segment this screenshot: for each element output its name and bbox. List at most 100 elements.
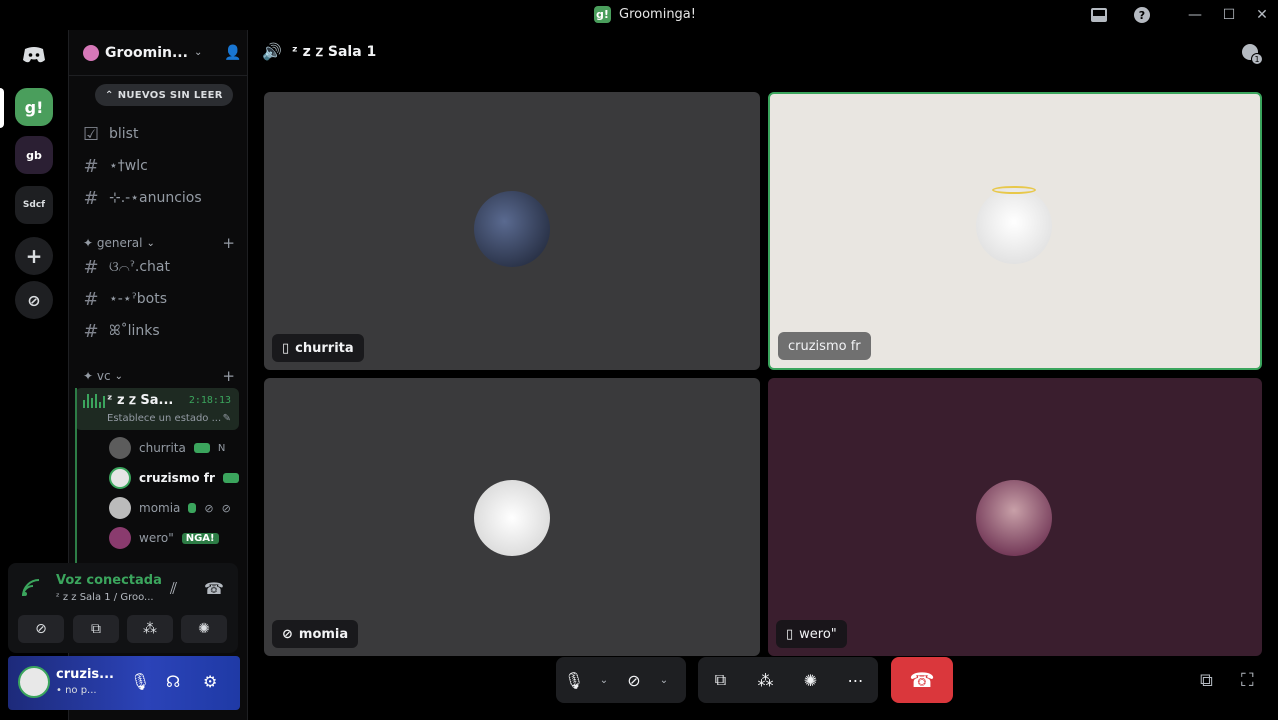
hash-icon: # [83, 187, 99, 209]
voice-channel-sala-1[interactable]: ᶻ z 𝗓 Sa... 2:18:13 Establece un estado … [75, 388, 239, 430]
hang-up-button[interactable]: ☎ [891, 657, 953, 703]
hash-icon: # [83, 155, 99, 177]
chevron-down-icon: ⌄ [146, 237, 155, 249]
channel-links[interactable]: # ꕤ˚links [83, 317, 239, 345]
channel-name: blist [109, 126, 139, 142]
close-icon[interactable]: ✕ [1252, 5, 1272, 25]
server-folder-1[interactable]: gb [15, 136, 53, 174]
more-button[interactable]: ⋯ [838, 662, 874, 698]
voice-channel-timer: 2:18:13 [188, 395, 231, 406]
channel-blist[interactable]: ☑ blist [83, 120, 239, 148]
server-folder-2-label: Sdcf [22, 200, 46, 210]
guild-header[interactable]: Groomin... ⌄ 👤 [69, 30, 247, 76]
member-tag: NGA! [181, 532, 219, 544]
add-channel-icon[interactable]: + [222, 234, 235, 252]
voice-status[interactable]: Voz conectada [56, 573, 162, 588]
user-name[interactable]: cruzis... [56, 667, 114, 682]
inbox-icon[interactable] [1089, 5, 1109, 25]
camera-button[interactable]: ⊘ [616, 662, 652, 698]
threads-icon[interactable]: 1 [1240, 42, 1264, 66]
video-tile-momia[interactable]: ⊘ momia [264, 378, 760, 656]
screen-share-button[interactable]: ⧉ [73, 615, 119, 643]
activities-icon: ⁂ [143, 621, 157, 637]
help-icon[interactable]: ? [1132, 5, 1152, 25]
discord-home-icon[interactable] [15, 36, 53, 74]
screen-share-icon: ⧉ [714, 670, 727, 689]
guild-icon [83, 44, 99, 61]
edit-icon[interactable]: ✎ [223, 413, 231, 424]
microphone-button[interactable]: 🎙 [556, 662, 592, 698]
voice-location[interactable]: ᶻ z 𝗓 Sala 1 / Groo... [56, 592, 154, 603]
chevron-down-icon: ⌄ [114, 370, 123, 382]
server-folder-2[interactable]: Sdcf [15, 186, 53, 224]
hang-up-icon: ☎ [909, 668, 935, 692]
microphone-icon[interactable]: 🎙 [130, 672, 150, 691]
user-panel: cruzis... • no p... 🎙 ☊ ⚙ [8, 656, 240, 710]
category-label: ✦ vc [83, 369, 111, 383]
category-general[interactable]: ✦ general ⌄ + [83, 234, 235, 252]
fullscreen-icon[interactable]: ⛶ [1241, 670, 1254, 691]
tile-label: ⊘ momia [272, 620, 359, 648]
headphones-icon[interactable]: ☊ [166, 672, 180, 691]
video-tile-cruzismo[interactable]: cruzismo fr [768, 92, 1262, 370]
tile-label: ▯ churrita [272, 334, 364, 362]
voice-member[interactable]: momia ⊘ ⊘ [109, 495, 231, 521]
channel-name: ꕤ˚links [109, 323, 160, 339]
voice-member[interactable]: cruzismo fr [109, 465, 239, 491]
avatar[interactable] [18, 666, 50, 698]
channel-name: ଓ⌒ˀ.chat [109, 259, 170, 275]
voice-member[interactable]: wero" NGA! [109, 525, 219, 551]
channel-name: ⋆†wlc [109, 158, 148, 174]
pop-out-icon[interactable]: ⧉ [1200, 670, 1213, 691]
muted-icon: ⊘ [204, 501, 214, 515]
channel-wlc[interactable]: # ⋆†wlc [83, 152, 239, 180]
voice-connected-panel: Voz conectada ᶻ z 𝗓 Sala 1 / Groo... ⫽ ☎… [8, 563, 238, 653]
add-channel-icon[interactable]: + [222, 367, 235, 385]
screen-share-button[interactable]: ⧉ [703, 662, 739, 698]
discover-button[interactable]: ⊘ [15, 281, 53, 319]
avatar [474, 191, 550, 267]
camera-off-button[interactable]: ⊘ [18, 615, 64, 643]
chevron-up-icon: ⌃ [105, 89, 114, 101]
member-name: wero" [139, 531, 174, 545]
channel-anuncios[interactable]: # ⊹.-⋆anuncios [83, 184, 239, 212]
soundboard-icon: ✺ [803, 670, 818, 690]
channel-bots[interactable]: # ⋆-⋆ˀbots [83, 285, 239, 313]
server-groominga[interactable]: g! [15, 88, 53, 126]
hash-icon: # [83, 256, 99, 278]
avatar [109, 497, 131, 519]
voice-channel-status[interactable]: Establece un estado ... [107, 413, 221, 424]
member-tag: N [217, 442, 226, 454]
add-server-icon: + [25, 244, 43, 268]
settings-gear-icon[interactable]: ⚙ [203, 672, 217, 691]
mic-options-button[interactable]: ⌄ [592, 662, 616, 698]
member-name: momia [139, 501, 181, 515]
voice-member[interactable]: churrita N [109, 435, 225, 461]
video-tile-churrita[interactable]: ▯ churrita [264, 92, 760, 370]
new-unread-button[interactable]: ⌃ NUEVOS SIN LEER [95, 84, 233, 106]
signal-icon[interactable] [20, 577, 42, 599]
window-title: g! Groominga! [594, 6, 696, 23]
tile-name: wero" [799, 626, 837, 642]
channel-chat[interactable]: # ଓ⌒ˀ.chat [83, 253, 239, 281]
tile-name: churrita [295, 340, 354, 356]
category-vc[interactable]: ✦ vc ⌄ + [83, 367, 235, 385]
disconnect-icon[interactable]: ☎ [204, 579, 224, 598]
soundboard-icon: ✺ [198, 621, 210, 637]
chevron-down-icon: ⌄ [659, 674, 669, 686]
camera-options-button[interactable]: ⌄ [652, 662, 676, 698]
camera-off-icon: ⊘ [282, 626, 293, 642]
add-member-icon[interactable]: 👤 [224, 45, 241, 61]
member-name: churrita [139, 441, 186, 455]
activities-button[interactable]: ⁂ [748, 662, 784, 698]
soundboard-button[interactable]: ✺ [181, 615, 227, 643]
soundboard-button[interactable]: ✺ [793, 662, 829, 698]
activities-button[interactable]: ⁂ [127, 615, 173, 643]
noise-suppression-icon[interactable]: ⫽ [170, 579, 177, 599]
add-server-button[interactable]: + [15, 237, 53, 275]
minimize-icon[interactable]: — [1185, 5, 1205, 25]
video-tile-wero[interactable]: ▯ wero" [768, 378, 1262, 656]
maximize-icon[interactable]: ☐ [1219, 5, 1239, 25]
avatar [976, 188, 1052, 264]
screen-share-icon: ⧉ [91, 621, 101, 637]
